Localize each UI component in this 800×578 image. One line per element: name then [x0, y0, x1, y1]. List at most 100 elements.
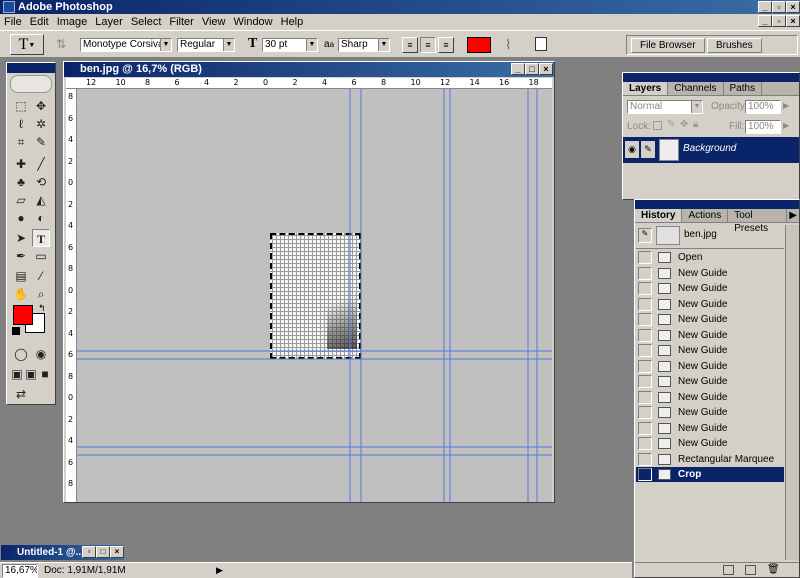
doc-restore-button[interactable]: ▫	[772, 15, 786, 27]
tab-brushes[interactable]: Brushes	[707, 38, 762, 53]
eye-icon[interactable]: ◉	[625, 141, 639, 158]
history-source-box[interactable]	[638, 359, 652, 373]
type-tool-icon[interactable]: T	[32, 229, 50, 247]
history-source-box[interactable]	[638, 390, 652, 404]
fill-arrow-icon[interactable]: ▶	[783, 121, 789, 130]
shape-tool-icon[interactable]: ▭	[32, 247, 50, 265]
new-document-from-state-icon[interactable]	[723, 565, 734, 575]
marquee-tool-icon[interactable]: ⬚	[12, 97, 30, 115]
history-state[interactable]: New Guide	[636, 312, 784, 327]
document-minimize-button[interactable]: _	[511, 63, 525, 75]
default-colors-icon[interactable]	[12, 327, 20, 335]
history-source-box[interactable]	[638, 313, 652, 326]
history-source-box[interactable]	[638, 344, 652, 357]
menu-file[interactable]: File	[0, 14, 26, 30]
blend-mode-select[interactable]: Normal ▼	[627, 100, 703, 114]
tab-layers[interactable]: Layers	[623, 82, 669, 95]
healing-brush-tool-icon[interactable]: ✚	[12, 155, 30, 173]
doc-minimize-button[interactable]: _	[758, 15, 772, 27]
swap-colors-icon[interactable]: ↰	[38, 303, 46, 314]
history-scrollbar[interactable]	[785, 225, 799, 560]
text-color-swatch[interactable]	[467, 37, 491, 53]
history-state[interactable]: New Guide	[636, 421, 784, 436]
horizontal-ruler[interactable]: 12 10 8 6 4 2 0 2 4 6 8 10 12 14 16 18	[66, 78, 552, 89]
magic-wand-tool-icon[interactable]: ✲	[32, 115, 50, 133]
font-style-select[interactable]: Regular ▼	[177, 38, 235, 52]
fill-input[interactable]: 100%	[745, 120, 781, 134]
minimized-document[interactable]: Untitled-1 @... ▫ □ ×	[1, 545, 124, 560]
tab-tool-presets[interactable]: Tool Presets	[728, 209, 788, 234]
menu-edit[interactable]: Edit	[26, 14, 53, 30]
history-source-box[interactable]	[638, 266, 652, 280]
history-state[interactable]: New Guide	[636, 343, 784, 358]
palettes-toggle-icon[interactable]	[535, 37, 547, 51]
history-state[interactable]: New Guide	[636, 266, 784, 281]
standard-mode-icon[interactable]: ◯	[12, 345, 30, 363]
history-state[interactable]: New Guide	[636, 374, 784, 389]
history-state[interactable]: New Guide	[636, 281, 784, 296]
history-state[interactable]: New Guide	[636, 359, 784, 374]
path-selection-tool-icon[interactable]: ➤	[12, 229, 30, 247]
hand-tool-icon[interactable]: ✋	[12, 285, 30, 303]
tab-history[interactable]: History	[635, 209, 683, 222]
font-size-select[interactable]: 30 pt ▼	[262, 38, 318, 52]
layers-palette-title-bar[interactable]	[623, 73, 799, 82]
text-orientation-icon[interactable]: ⇅	[56, 37, 70, 53]
jump-to-imageready-icon[interactable]: ⇄	[12, 385, 30, 403]
history-state[interactable]: New Guide	[636, 390, 784, 405]
history-source-box[interactable]	[638, 328, 652, 342]
new-snapshot-icon[interactable]	[745, 565, 756, 575]
align-center-button[interactable]: ≡	[420, 37, 436, 53]
align-left-button[interactable]: ≡	[402, 37, 418, 53]
document-title-bar[interactable]: ben.jpg @ 16,7% (RGB) _ □ ×	[64, 62, 554, 77]
history-brush-tool-icon[interactable]: ⟲	[32, 173, 50, 191]
paint-bucket-tool-icon[interactable]: ◭	[32, 191, 50, 209]
history-source-box[interactable]	[638, 437, 652, 450]
tab-paths[interactable]: Paths	[724, 82, 763, 95]
tab-channels[interactable]: Channels	[668, 82, 724, 95]
minimized-maximize-button[interactable]: □	[96, 546, 110, 558]
screen-mode-full-icon[interactable]: ■	[38, 365, 52, 383]
slice-tool-icon[interactable]: ✎	[32, 133, 50, 151]
quick-mask-mode-icon[interactable]: ◉	[32, 345, 50, 363]
history-state[interactable]: New Guide	[636, 405, 784, 420]
history-source-box[interactable]	[638, 452, 652, 466]
lock-transparency-icon[interactable]	[653, 121, 662, 130]
zoom-tool-icon[interactable]: ⌕	[32, 285, 50, 303]
eraser-tool-icon[interactable]: ▱	[12, 191, 30, 209]
screen-mode-standard-icon[interactable]: ▣	[10, 365, 24, 383]
history-state[interactable]: Rectangular Marquee	[636, 452, 784, 467]
foreground-color-swatch[interactable]	[13, 305, 33, 325]
eyedropper-tool-icon[interactable]: ⁄	[32, 267, 50, 285]
history-snapshot[interactable]: ✎ ben.jpg	[636, 225, 784, 247]
tool-preset-picker[interactable]: T▼	[10, 34, 44, 55]
warp-text-icon[interactable]: ⌇	[505, 37, 511, 53]
history-state[interactable]: New Guide	[636, 328, 784, 343]
lock-all-icon[interactable]: 🔒︎	[693, 119, 698, 130]
opacity-input[interactable]: 100%	[745, 100, 781, 114]
history-source-box[interactable]	[638, 297, 652, 311]
history-source-box[interactable]	[638, 375, 652, 388]
restore-button[interactable]: ▫	[772, 1, 786, 13]
antialias-select[interactable]: Sharp ▼	[338, 38, 390, 52]
menu-layer[interactable]: Layer	[91, 14, 127, 30]
menu-filter[interactable]: Filter	[165, 14, 197, 30]
toolbox-title-bar[interactable]	[7, 63, 55, 73]
layer-row-background[interactable]: ◉ ✎ Background	[623, 137, 799, 163]
crop-tool-icon[interactable]: ⌗	[12, 133, 30, 151]
history-state[interactable]: New Guide	[636, 297, 784, 312]
font-family-select[interactable]: Monotype Corsiva ▼	[80, 38, 172, 52]
menu-help[interactable]: Help	[277, 14, 308, 30]
minimized-restore-button[interactable]: ▫	[82, 546, 96, 558]
menu-select[interactable]: Select	[127, 14, 166, 30]
blur-tool-icon[interactable]: ●	[12, 209, 30, 227]
trash-icon[interactable]: 🗑︎	[767, 564, 780, 575]
menu-window[interactable]: Window	[230, 14, 277, 30]
brush-link-icon[interactable]: ✎	[641, 141, 655, 158]
status-menu-arrow-icon[interactable]: ▶	[216, 565, 223, 576]
adobe-online-icon[interactable]	[10, 75, 52, 93]
history-source-box[interactable]	[638, 251, 652, 264]
close-button[interactable]: ×	[786, 1, 800, 13]
clone-stamp-tool-icon[interactable]: ♣	[12, 173, 30, 191]
document-close-button[interactable]: ×	[539, 63, 553, 75]
